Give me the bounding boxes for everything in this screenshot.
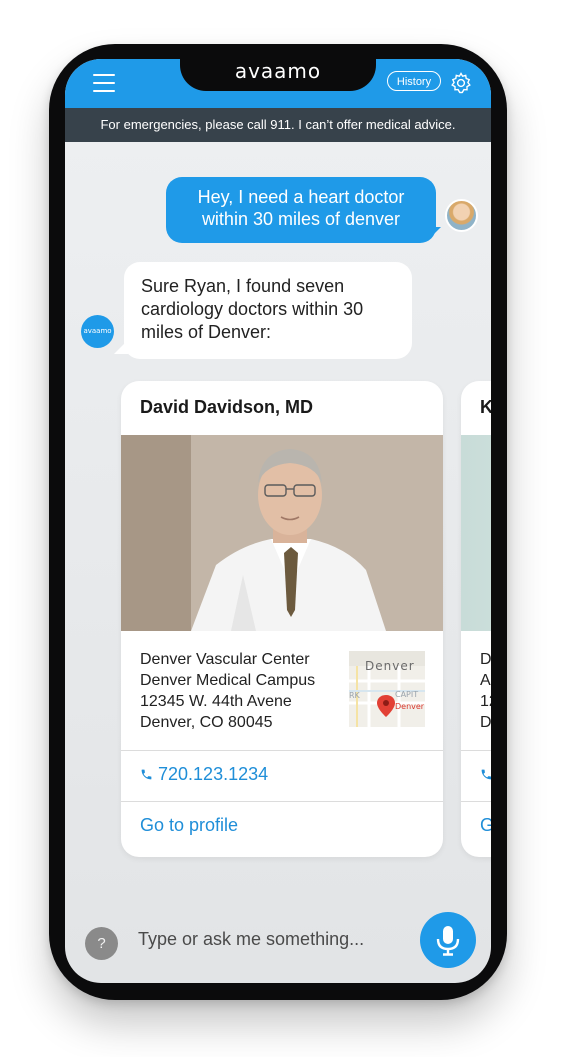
history-button[interactable]: History [387, 71, 441, 91]
help-button[interactable]: ? [85, 927, 118, 960]
address-line: Denver Medical Campus [140, 672, 316, 689]
user-bubble-tail [427, 227, 441, 241]
address-line: 12 [480, 693, 491, 710]
user-message-bubble: Hey, I need a heart doctor within 30 mil… [166, 177, 436, 243]
address-line: 12345 W. 44th Avene [140, 693, 292, 710]
go-to-profile-link[interactable]: Go to profile [140, 815, 238, 836]
map-label-pin: Denver [395, 702, 425, 711]
phone-icon [141, 769, 152, 780]
mic-button[interactable] [420, 912, 476, 968]
doctor-name: K [480, 397, 491, 417]
address-line: D [480, 651, 491, 668]
bot-message-line: miles of Denver: [141, 322, 272, 342]
doctor-address: D A 12 D [480, 649, 491, 733]
emergency-banner: For emergencies, please call 911. I can’… [65, 108, 491, 142]
phone-number: 720.123.1234 [158, 764, 269, 784]
card-divider [121, 750, 443, 751]
gear-icon[interactable] [449, 71, 473, 95]
user-message-line: Hey, I need a heart doctor [197, 187, 405, 207]
user-avatar[interactable] [445, 199, 478, 232]
doctor-card[interactable]: David Davidson, MD Denver Vascular Cente… [121, 381, 443, 857]
bot-message-bubble: Sure Ryan, I found seven cardiology doct… [124, 262, 412, 359]
bot-message-line: cardiology doctors within 30 [141, 299, 364, 319]
address-line: Denver Vascular Center [140, 651, 310, 668]
bot-avatar: avaamo [81, 315, 114, 348]
bot-bubble-tail [114, 340, 128, 354]
call-link[interactable]: 720.123.1234 [140, 764, 268, 785]
go-to-profile-link[interactable]: G [480, 815, 491, 836]
doctor-photo[interactable] [121, 435, 443, 631]
card-divider [461, 750, 491, 751]
call-link[interactable] [480, 764, 491, 785]
hamburger-icon[interactable] [93, 74, 115, 92]
app-logo: avaamo [234, 59, 322, 83]
address-line: D [480, 714, 491, 731]
address-line: A [480, 672, 491, 689]
map-label-capit: CAPIT [395, 690, 418, 699]
doctor-name: David Davidson, MD [140, 397, 314, 417]
message-input[interactable]: Type or ask me something... [138, 929, 364, 950]
phone-icon [481, 769, 491, 780]
map-label-denver: Denver [365, 659, 415, 673]
device-notch: avaamo [180, 59, 376, 91]
app-screen: History avaamo For emergencies, please c… [65, 59, 491, 983]
bot-message-line: Sure Ryan, I found seven [141, 276, 345, 296]
address-line: Denver, CO 80045 [140, 714, 273, 731]
phone-frame: History avaamo For emergencies, please c… [49, 44, 507, 1000]
user-message-line: within 30 miles of denver [201, 209, 401, 229]
card-divider [461, 801, 491, 802]
doctor-photo[interactable] [461, 435, 491, 631]
doctor-card[interactable]: K D A 12 D G [461, 381, 491, 857]
map-label-rk: RK [349, 691, 361, 700]
card-divider [121, 801, 443, 802]
microphone-icon [436, 926, 460, 956]
map-thumbnail[interactable]: Denver CAPIT RK Denver [349, 651, 425, 727]
doctor-address: Denver Vascular Center Denver Medical Ca… [140, 649, 315, 733]
